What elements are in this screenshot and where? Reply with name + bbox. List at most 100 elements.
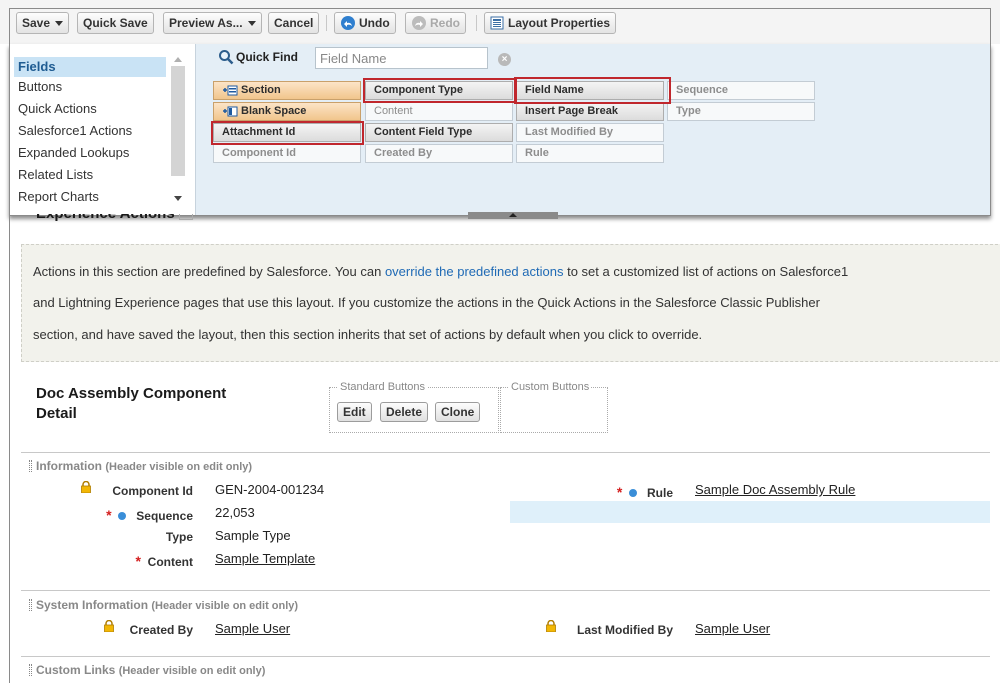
undo-label: Undo xyxy=(359,16,390,30)
palette-field-insert-page-break[interactable]: Insert Page Break xyxy=(516,102,664,121)
content-value-link[interactable]: Sample Template xyxy=(215,551,315,566)
quick-save-button[interactable]: Quick Save xyxy=(77,12,154,34)
system-information-section-note: (Header visible on edit only) xyxy=(151,600,299,612)
section-divider xyxy=(21,656,990,657)
lock-icon xyxy=(546,620,556,632)
rule-label: Rule xyxy=(646,486,673,500)
quick-find-input[interactable] xyxy=(315,47,488,69)
drag-handle-icon[interactable] xyxy=(29,664,32,676)
blank-space-icon xyxy=(223,106,238,117)
category-buttons[interactable]: Buttons xyxy=(14,77,166,97)
lock-icon xyxy=(104,620,114,632)
lock-icon xyxy=(81,481,91,493)
page-left-border xyxy=(9,216,10,683)
palette-field-sequence[interactable]: Sequence xyxy=(667,81,815,100)
last-modified-by-link[interactable]: Sample User xyxy=(695,621,770,636)
scroll-down-arrow-icon[interactable] xyxy=(174,196,182,201)
palette-field-field-name[interactable]: Field Name xyxy=(516,81,664,100)
component-id-value: GEN-2004-001234 xyxy=(215,482,325,497)
layout-properties-button[interactable]: Layout Properties xyxy=(484,12,617,34)
undo-button[interactable]: Undo xyxy=(334,12,396,34)
palette-field-component-id[interactable]: Component Id xyxy=(213,144,361,163)
palette-field-content-field-type[interactable]: Content Field Type xyxy=(365,123,513,142)
info-line-1-tail: to set a customized list of actions on S… xyxy=(563,264,849,279)
system-information-section-header[interactable]: System Information (Header visible on ed… xyxy=(29,598,298,612)
sequence-row-label: * Sequence xyxy=(106,507,193,523)
palette-field-content[interactable]: Content xyxy=(365,102,513,121)
palette-field-section[interactable]: Section xyxy=(213,81,361,100)
palette-field-created-by[interactable]: Created By xyxy=(365,144,513,163)
cancel-label: Cancel xyxy=(274,16,314,30)
created-by-link[interactable]: Sample User xyxy=(215,621,290,636)
toolbar-separator xyxy=(476,15,477,31)
custom-links-section-header[interactable]: Custom Links (Header visible on edit onl… xyxy=(29,663,265,677)
detail-title-line-2: Detail xyxy=(36,405,77,422)
delete-button[interactable]: Delete xyxy=(380,402,429,422)
type-label: Type xyxy=(165,530,193,544)
category-expanded-lookups[interactable]: Expanded Lookups xyxy=(14,143,166,163)
save-label: Save xyxy=(22,16,51,30)
preview-as-dropdown-icon[interactable] xyxy=(247,20,256,26)
custom-links-section-name: Custom Links xyxy=(36,663,116,677)
category-report-charts[interactable]: Report Charts xyxy=(14,187,166,207)
redo-button[interactable]: Redo xyxy=(405,12,466,34)
section-divider xyxy=(21,590,990,591)
layout-properties-icon xyxy=(490,16,504,30)
palette-field-last-modified-by[interactable]: Last Modified By xyxy=(516,123,664,142)
palette-field-attachment-id[interactable]: Attachment Id xyxy=(213,123,361,142)
content-row-label: * Content xyxy=(136,553,193,569)
info-dot-icon xyxy=(628,489,637,497)
component-id-label: Component Id xyxy=(112,484,193,498)
override-actions-link[interactable]: override the predefined actions xyxy=(385,264,564,279)
required-marker: * xyxy=(106,507,112,523)
section-divider xyxy=(21,452,990,453)
layout-editor-toolbar: Save Quick Save Preview As... Cancel Und… xyxy=(0,0,1000,44)
rule-row-label: * Rule xyxy=(617,484,673,500)
collapse-palette-handle[interactable] xyxy=(468,212,558,219)
rule-row-highlight xyxy=(510,501,990,523)
clone-button[interactable]: Clone xyxy=(435,402,481,422)
scroll-up-arrow-icon[interactable] xyxy=(174,57,182,62)
last-modified-by-label: Last Modified By xyxy=(576,623,673,637)
palette-field-component-type[interactable]: Component Type xyxy=(365,81,513,100)
redo-label: Redo xyxy=(430,16,460,30)
custom-links-section-note: (Header visible on edit only) xyxy=(118,665,266,677)
save-button[interactable]: Save xyxy=(16,12,70,34)
search-icon xyxy=(219,50,234,65)
category-fields[interactable]: Fields xyxy=(14,57,166,77)
standard-buttons-group: Standard Buttons Edit Delete Clone xyxy=(329,381,499,433)
category-related-lists[interactable]: Related Lists xyxy=(14,165,166,185)
drag-handle-icon[interactable] xyxy=(29,599,32,611)
experience-actions-label: Experience Actions xyxy=(36,214,175,222)
drag-handle-icon[interactable] xyxy=(29,460,32,472)
scrollbar-thumb[interactable] xyxy=(171,66,185,176)
type-value: Sample Type xyxy=(215,528,291,543)
required-marker: * xyxy=(135,553,141,569)
sequence-value: 22,053 xyxy=(215,505,255,520)
content-label: Content xyxy=(147,555,193,569)
experience-actions-title: Experience Actions xyxy=(36,214,193,229)
category-salesforce1-actions[interactable]: Salesforce1 Actions xyxy=(14,121,166,141)
palette-field-blank-space[interactable]: Blank Space xyxy=(213,102,361,121)
palette-field-type[interactable]: Type xyxy=(667,102,815,121)
category-quick-actions[interactable]: Quick Actions xyxy=(14,99,166,119)
preview-as-button[interactable]: Preview As... xyxy=(163,12,262,34)
detail-section-title: Doc Assembly Component Detail xyxy=(36,384,226,424)
info-line-2: and Lightning Experience pages that use … xyxy=(33,295,820,310)
palette-field-rule[interactable]: Rule xyxy=(516,144,664,163)
quick-save-label: Quick Save xyxy=(83,16,148,30)
experience-actions-checkbox[interactable] xyxy=(178,214,193,221)
standard-buttons-legend: Standard Buttons xyxy=(338,381,428,393)
category-scrollbar[interactable] xyxy=(169,44,191,204)
sequence-label: Sequence xyxy=(136,509,193,523)
information-section-header[interactable]: Information (Header visible on edit only… xyxy=(29,459,252,473)
rule-value-link[interactable]: Sample Doc Assembly Rule xyxy=(695,482,855,497)
save-dropdown-icon[interactable] xyxy=(55,20,64,26)
layout-properties-label: Layout Properties xyxy=(508,16,611,30)
clear-search-icon[interactable]: × xyxy=(498,53,511,66)
edit-button[interactable]: Edit xyxy=(337,402,372,422)
custom-buttons-group: Custom Buttons xyxy=(500,381,608,433)
collapse-up-icon xyxy=(509,213,517,217)
cancel-button[interactable]: Cancel xyxy=(268,12,320,34)
info-line-3: section, and have saved the layout, then… xyxy=(33,327,703,342)
